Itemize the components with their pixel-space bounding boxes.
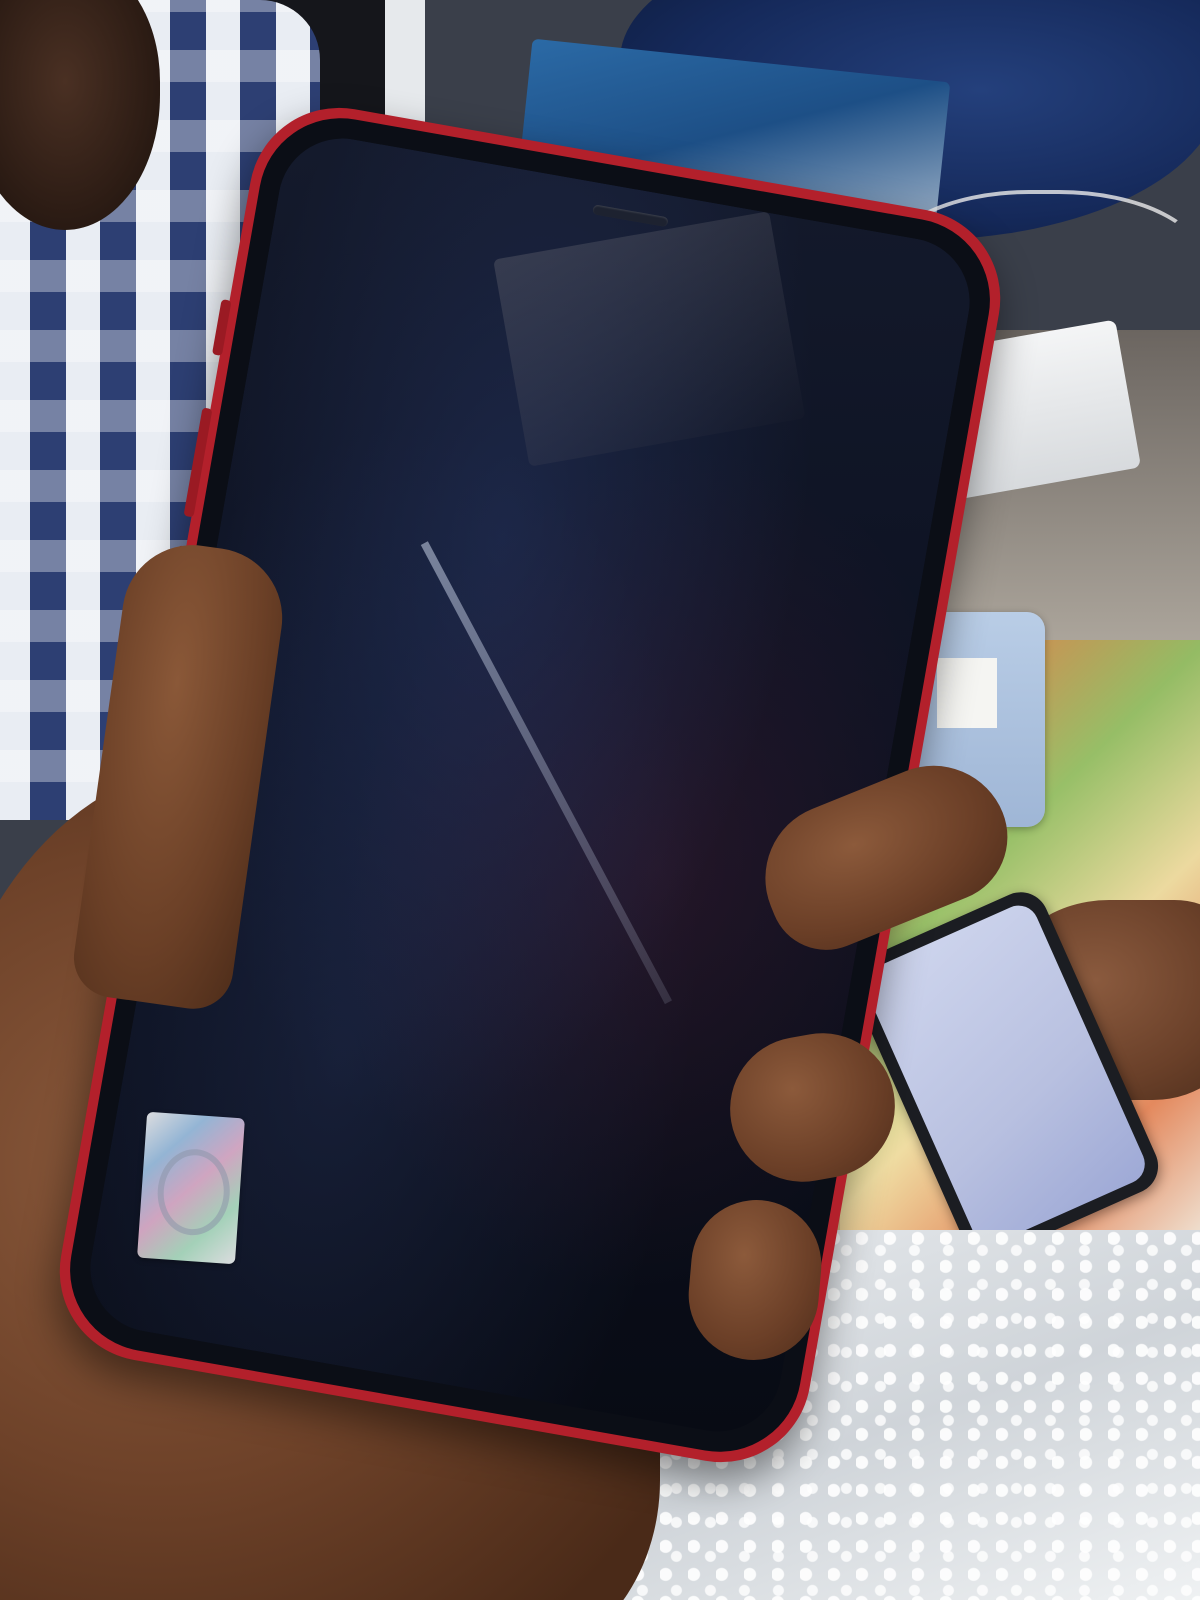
screen-reflection-line [420, 541, 672, 1005]
hologram-sticker [137, 1111, 245, 1265]
hologram-mark [154, 1146, 233, 1238]
screen-reflection-box [493, 211, 806, 467]
background-phone-sticker [937, 658, 997, 728]
photo-scene [0, 0, 1200, 1600]
